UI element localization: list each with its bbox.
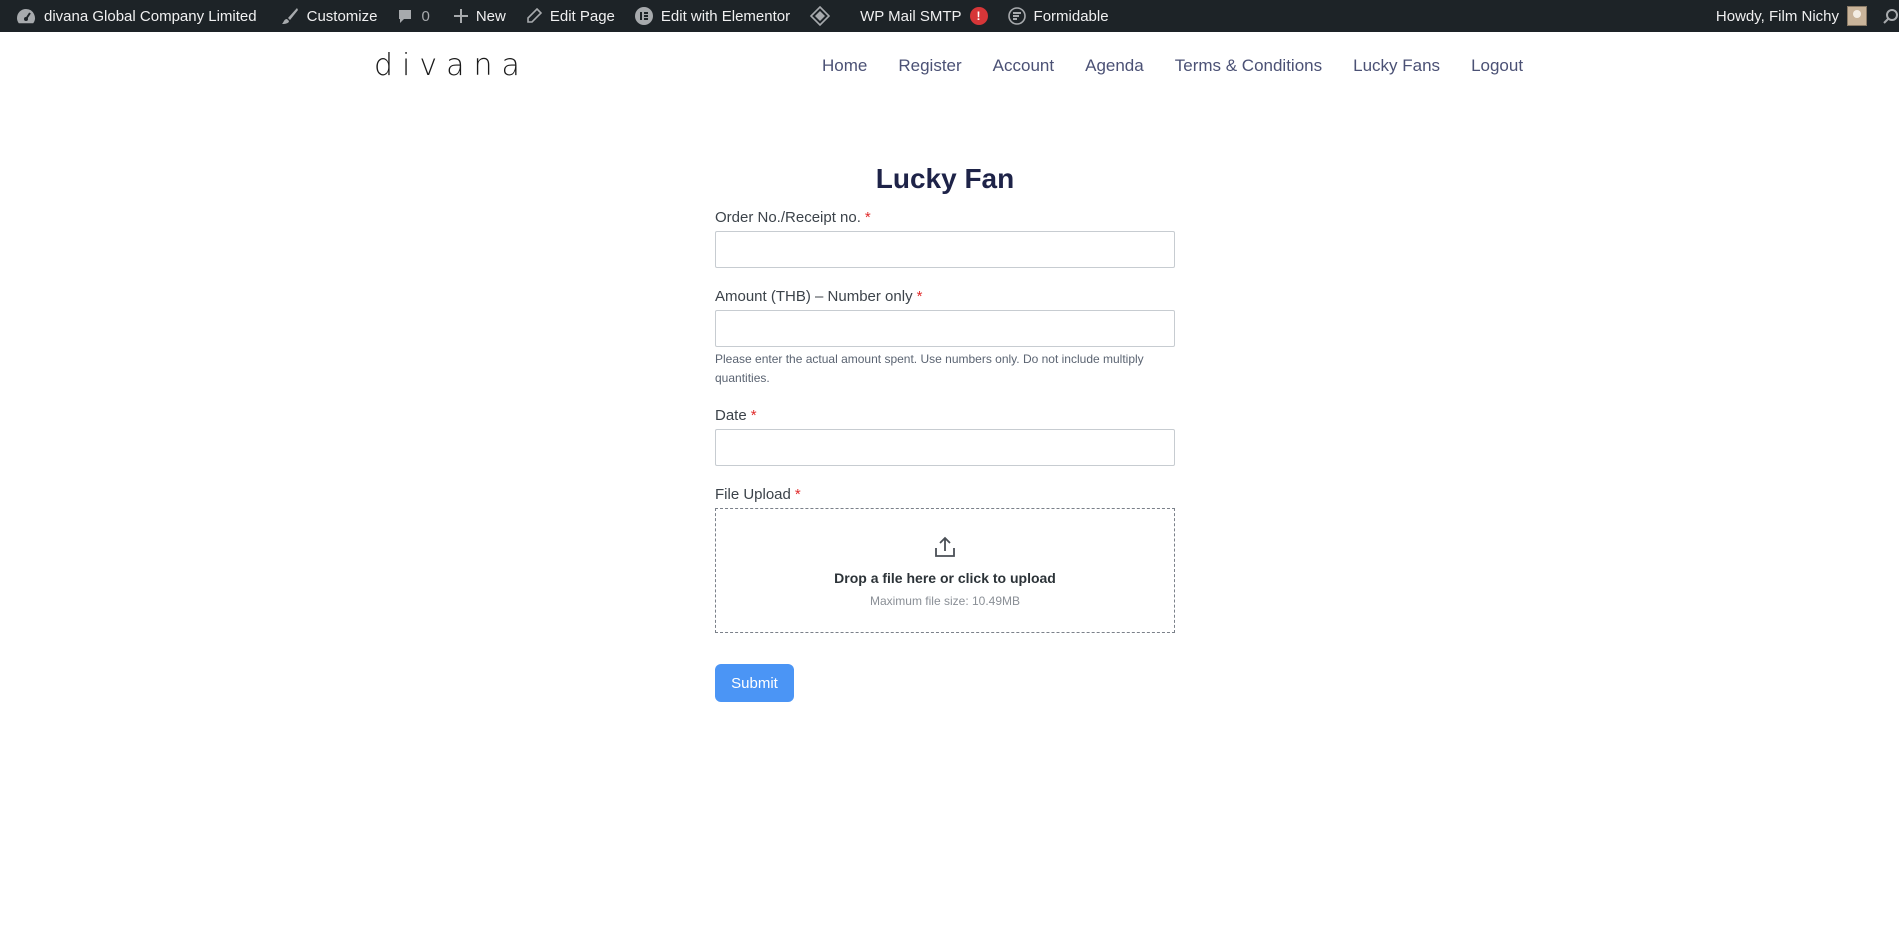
file-upload-label-text: File Upload [715, 486, 791, 503]
pencil-icon [526, 8, 542, 24]
order-no-field: Order No./Receipt no. * [715, 209, 1175, 268]
required-mark: * [750, 407, 757, 424]
nav-terms[interactable]: Terms & Conditions [1175, 56, 1322, 76]
formidable-label: Formidable [1033, 7, 1109, 25]
amount-label-text: Amount (THB) – Number only [715, 288, 913, 305]
required-mark: * [794, 486, 801, 503]
site-menu[interactable]: divana Global Company Limited [0, 0, 265, 32]
edit-page-label: Edit Page [549, 7, 615, 25]
lucky-fan-form: Lucky Fan Order No./Receipt no. * Amount … [715, 160, 1175, 702]
wp-mail-smtp-label: WP Mail SMTP [860, 7, 962, 25]
wp-mail-smtp-menu[interactable]: WP Mail SMTP ! [852, 0, 995, 32]
order-no-label: Order No./Receipt no. * [715, 209, 1175, 226]
customize-link[interactable]: Customize [273, 0, 386, 32]
required-mark: * [864, 209, 871, 226]
edit-page-link[interactable]: Edit Page [518, 0, 623, 32]
formidable-menu[interactable]: Formidable [1000, 0, 1117, 32]
avatar [1847, 6, 1867, 26]
search-icon [1883, 8, 1899, 24]
date-label-text: Date [715, 407, 747, 424]
nav-agenda[interactable]: Agenda [1085, 56, 1144, 76]
file-upload-label: File Upload * [715, 486, 1175, 503]
upload-icon [933, 535, 957, 564]
dashboard-icon [16, 8, 36, 24]
nav-logout[interactable]: Logout [1471, 56, 1523, 76]
elementor-icon [634, 7, 653, 25]
amount-help-text: Please enter the actual amount spent. Us… [715, 352, 1144, 385]
file-upload-field: File Upload * Drop a file here or click t… [715, 486, 1175, 633]
howdy-greeting: Howdy, Film Nichy [1715, 7, 1839, 25]
amount-label: Amount (THB) – Number only * [715, 288, 1175, 305]
nav-register[interactable]: Register [898, 56, 961, 76]
edit-elementor-label: Edit with Elementor [660, 7, 791, 25]
diamond-icon [810, 6, 831, 26]
paintbrush-icon [281, 7, 299, 25]
nav-home[interactable]: Home [822, 56, 867, 76]
dropzone-prompt: Drop a file here or click to upload [834, 570, 1056, 586]
smtp-alert-badge: ! [969, 7, 988, 25]
wp-admin-bar: divana Global Company Limited Customize … [0, 0, 1899, 32]
date-input[interactable] [715, 429, 1175, 466]
plus-icon [453, 9, 468, 23]
date-field: Date * [715, 407, 1175, 466]
account-menu[interactable]: Howdy, Film Nichy [1708, 0, 1875, 32]
dropzone-max-size: Maximum file size: 10.49MB [869, 594, 1021, 608]
amount-field: Amount (THB) – Number only * Please enter… [715, 288, 1175, 388]
main-nav: Home Register Account Agenda Terms & Con… [822, 56, 1523, 76]
nav-lucky-fans[interactable]: Lucky Fans [1353, 56, 1440, 76]
form-title: Lucky Fan [875, 163, 1015, 194]
customize-label: Customize [306, 7, 378, 25]
amount-input[interactable] [715, 310, 1175, 347]
edit-elementor-link[interactable]: Edit with Elementor [627, 0, 798, 32]
nav-account[interactable]: Account [993, 56, 1054, 76]
search-toggle[interactable] [1875, 0, 1899, 32]
diamond-menu[interactable] [802, 0, 838, 32]
site-header: divana Home Register Account Agenda Term… [0, 32, 1899, 102]
site-logo[interactable]: divana [374, 48, 529, 83]
comment-icon [397, 8, 413, 24]
date-label: Date * [715, 407, 1175, 424]
new-label: New [475, 7, 506, 25]
comments-link[interactable]: 0 [389, 0, 437, 32]
formidable-icon [1007, 7, 1026, 25]
file-dropzone[interactable]: Drop a file here or click to upload Maxi… [715, 508, 1175, 633]
submit-button[interactable]: Submit [715, 664, 794, 702]
required-mark: * [916, 288, 923, 305]
site-name: divana Global Company Limited [44, 7, 257, 25]
order-no-label-text: Order No./Receipt no. [715, 209, 861, 226]
new-content-link[interactable]: New [446, 0, 514, 32]
comments-count: 0 [421, 7, 430, 25]
order-no-input[interactable] [715, 231, 1175, 268]
